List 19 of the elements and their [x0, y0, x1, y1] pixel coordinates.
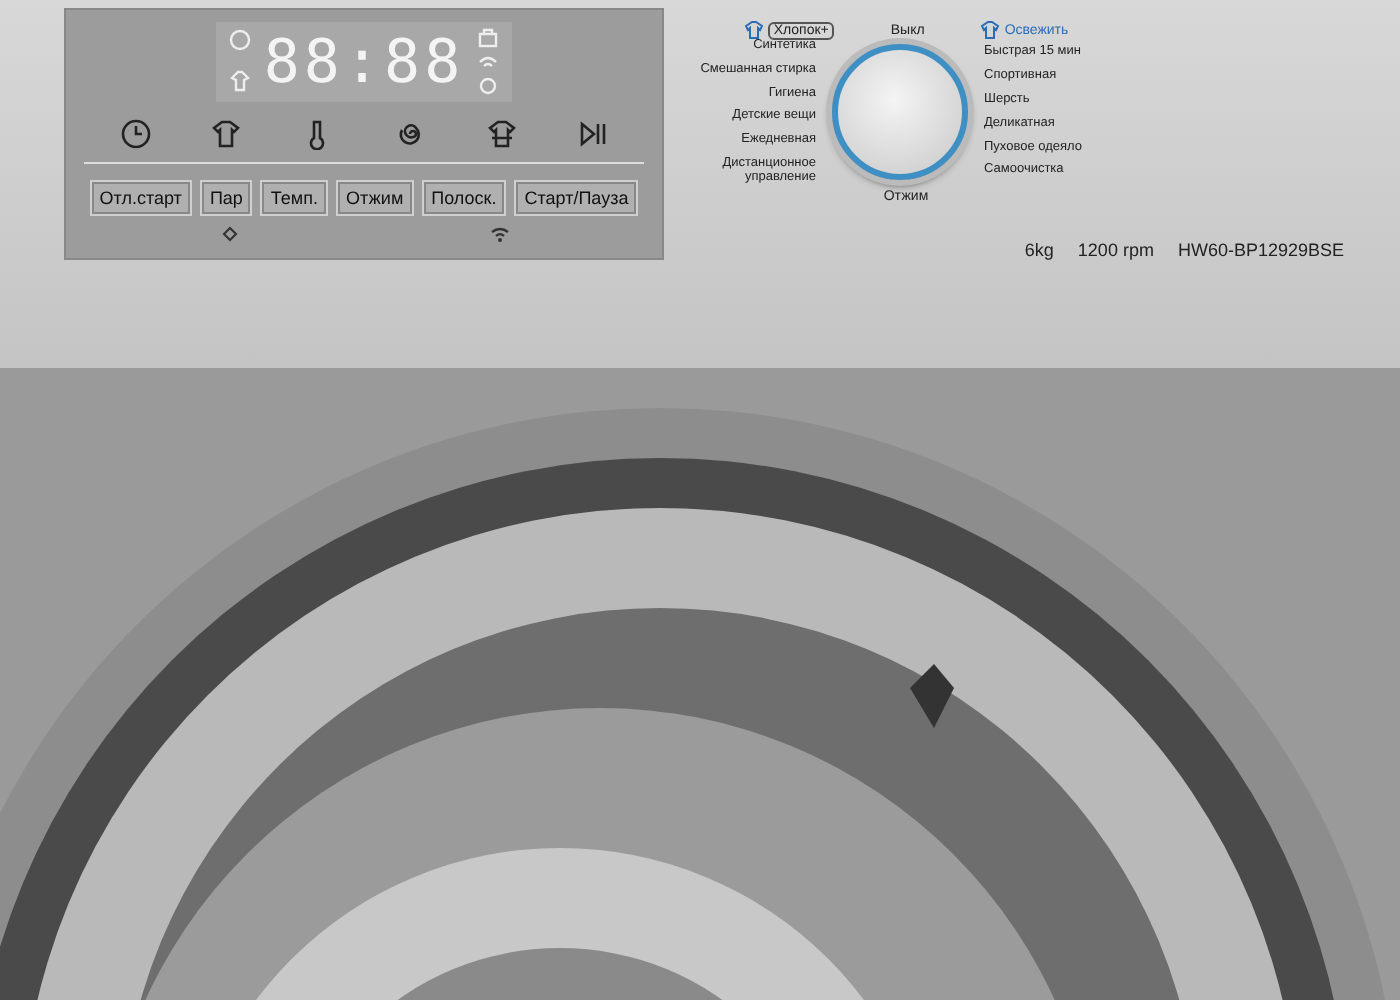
shirt-icon	[485, 118, 518, 150]
clock-icon	[119, 118, 151, 150]
lock-wifi-icon	[476, 26, 501, 98]
panel-button[interactable]: Полоск.	[421, 180, 507, 216]
model-spec: HW60-BP12929BSE	[1177, 240, 1344, 260]
time-readout: 88:88	[263, 27, 465, 97]
play-pause-icon	[576, 118, 609, 150]
model-spec: 1200 rpm	[1077, 240, 1154, 260]
model-spec: 6kg	[1024, 240, 1054, 260]
wifi-icon	[489, 224, 509, 244]
shirt-icon	[210, 118, 243, 150]
panel-button[interactable]: Старт/Пауза	[514, 180, 639, 216]
panel-button[interactable]: Отл.старт	[89, 180, 192, 216]
panel-button[interactable]: Пар	[199, 180, 253, 216]
shirt-icon	[743, 20, 764, 40]
panel-button[interactable]: Темп.	[260, 180, 328, 216]
panel-button[interactable]: Отжим	[335, 180, 414, 216]
program-dial[interactable]	[832, 44, 968, 181]
shirt-icon	[980, 20, 1001, 40]
